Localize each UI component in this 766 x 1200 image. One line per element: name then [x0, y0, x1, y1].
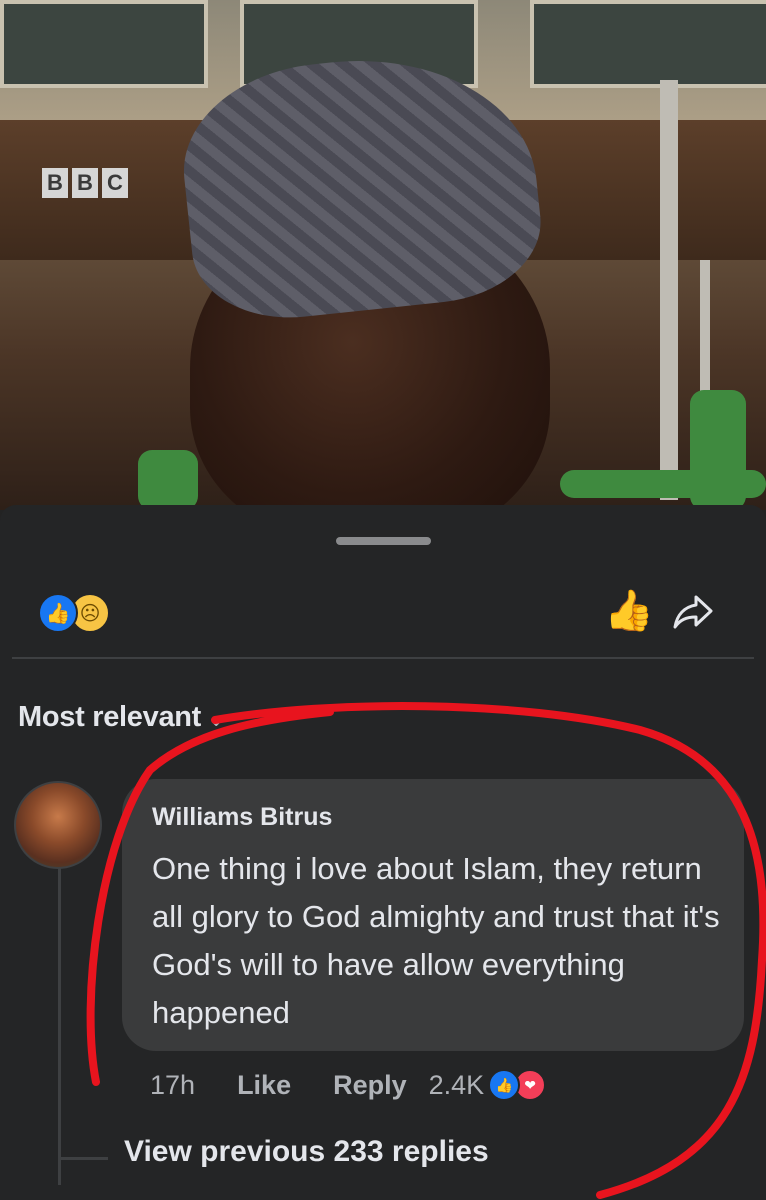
- green-railing: [138, 450, 198, 510]
- like-icon[interactable]: 👍: [604, 589, 654, 633]
- like-reaction-icon: 👍: [488, 1069, 521, 1101]
- comment-bubble[interactable]: Williams Bitrus One thing i love about I…: [122, 779, 744, 1051]
- like-reaction-icon: 👍: [38, 593, 78, 633]
- chevron-down-icon: ⌄: [207, 706, 226, 731]
- comment-author[interactable]: Williams Bitrus: [152, 803, 332, 832]
- view-previous-replies-link[interactable]: View previous 233 replies: [124, 1135, 489, 1169]
- video-frame[interactable]: B B C: [0, 0, 766, 510]
- share-icon[interactable]: [672, 593, 714, 631]
- window: [0, 0, 208, 88]
- bbc-logo-letter: B: [72, 168, 98, 198]
- like-button[interactable]: Like: [237, 1070, 291, 1101]
- comment-text: One thing i love about Islam, they retur…: [152, 851, 720, 1030]
- reply-thread-line: [58, 867, 61, 1185]
- bbc-logo-letter: B: [42, 168, 68, 198]
- sort-label: Most relevant: [18, 701, 202, 733]
- reply-button[interactable]: Reply: [333, 1070, 407, 1101]
- pole: [660, 80, 678, 500]
- comment-timestamp[interactable]: 17h: [150, 1070, 195, 1101]
- reply-thread-line: [58, 1157, 108, 1160]
- sheet-drag-handle[interactable]: [336, 537, 431, 545]
- divider: [12, 657, 754, 659]
- bbc-logo: B B C: [42, 168, 128, 198]
- post-reactions-summary[interactable]: 👍 ☹: [38, 593, 110, 633]
- sort-dropdown[interactable]: Most relevant ⌄: [18, 701, 225, 734]
- reaction-count[interactable]: 2.4K: [429, 1070, 485, 1101]
- bbc-logo-letter: C: [102, 168, 128, 198]
- comment-actions: 17h Like Reply 2.4K 👍 ❤: [150, 1065, 547, 1105]
- window: [530, 0, 766, 88]
- green-railing: [560, 470, 766, 498]
- comments-sheet: 👍 ☹ 👍 Most relevant ⌄ Williams Bitrus One…: [0, 505, 766, 1200]
- avatar[interactable]: [14, 781, 102, 869]
